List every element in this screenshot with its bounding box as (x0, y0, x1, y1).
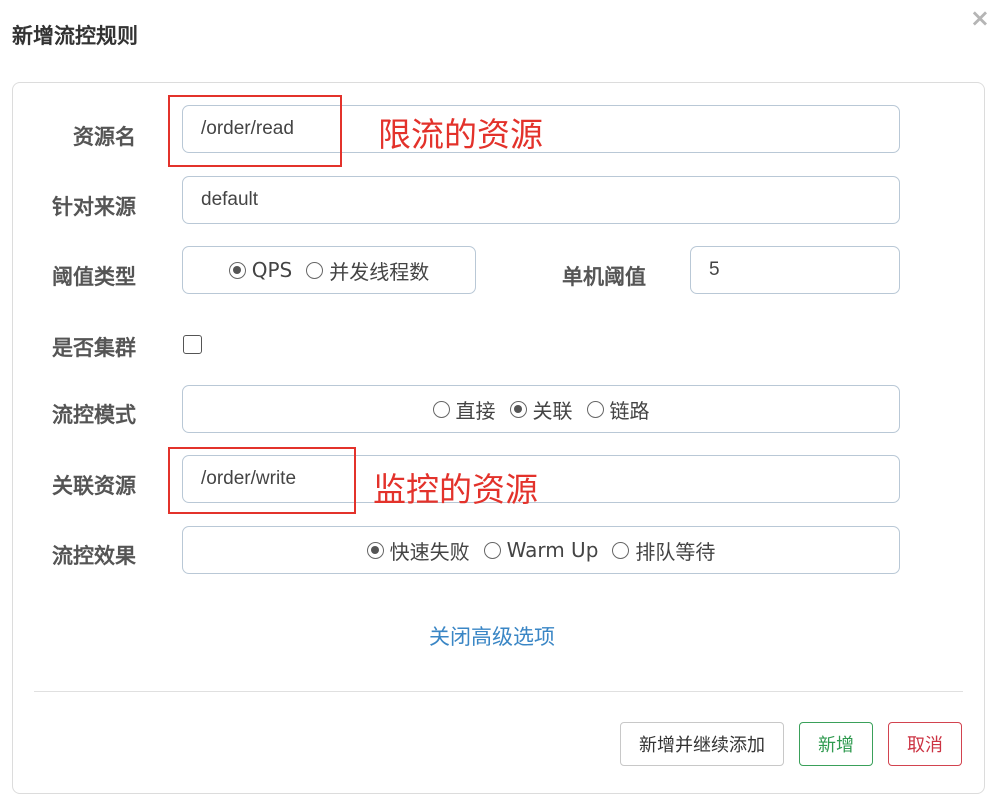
behavior-option-fail-fast-label: 快速失败 (389, 539, 470, 564)
strategy-option-chain-label: 链路 (609, 398, 650, 423)
grade-option-thread[interactable]: 并发线程数 (306, 256, 429, 285)
radio-unchecked-icon (483, 541, 501, 559)
grade-label: 阈值类型 (52, 265, 136, 289)
behavior-option-warm-up-label: Warm Up (506, 538, 599, 562)
resource-name-label: 资源名 (73, 125, 136, 149)
cluster-label: 是否集群 (52, 336, 136, 360)
strategy-option-chain[interactable]: 链路 (586, 395, 650, 424)
radio-unchecked-icon (612, 541, 630, 559)
strategy-option-relate[interactable]: 关联 (509, 395, 573, 424)
strategy-option-relate-label: 关联 (532, 398, 573, 423)
radio-checked-icon (366, 541, 384, 559)
toggle-advanced-link[interactable]: 关闭高级选项 (429, 621, 555, 651)
strategy-option-direct-label: 直接 (455, 398, 496, 423)
limit-app-label: 针对来源 (52, 195, 136, 219)
close-icon[interactable]: × (970, 6, 990, 30)
add-flow-rule-dialog: 新增流控规则 × 资源名 /order/read 针对来源 default 阈值… (0, 0, 1002, 802)
behavior-option-queue[interactable]: 排队等待 (612, 536, 715, 565)
add-and-continue-button[interactable]: 新增并继续添加 (620, 722, 784, 766)
strategy-radio-group: 直接 关联 链路 (182, 385, 900, 433)
cancel-button[interactable]: 取消 (888, 722, 962, 766)
resource-annotation-text: 限流的资源 (378, 115, 543, 154)
behavior-option-warm-up[interactable]: Warm Up (483, 538, 599, 562)
grade-radio-group: QPS 并发线程数 (182, 246, 476, 294)
grade-option-qps-label: QPS (251, 258, 293, 282)
radio-checked-icon (509, 400, 527, 418)
strategy-option-direct[interactable]: 直接 (432, 395, 496, 424)
form-panel: 资源名 /order/read 针对来源 default 阈值类型 QPS 并发… (12, 82, 985, 794)
ref-resource-label: 关联资源 (52, 474, 136, 498)
add-button[interactable]: 新增 (799, 722, 873, 766)
resource-annotation-box (168, 95, 342, 167)
grade-option-thread-label: 并发线程数 (329, 259, 430, 284)
strategy-label: 流控模式 (52, 403, 136, 427)
cluster-checkbox[interactable] (183, 335, 202, 354)
limit-app-value: default (201, 189, 259, 210)
count-input[interactable]: 5 (690, 246, 900, 294)
grade-option-qps[interactable]: QPS (228, 258, 293, 282)
behavior-option-queue-label: 排队等待 (635, 539, 716, 564)
ref-annotation-text: 监控的资源 (373, 470, 538, 509)
footer-divider (34, 691, 963, 692)
behavior-option-fail-fast[interactable]: 快速失败 (366, 536, 470, 565)
control-behavior-radio-group: 快速失败 Warm Up 排队等待 (182, 526, 900, 574)
dialog-title: 新增流控规则 (12, 24, 138, 48)
radio-unchecked-icon (432, 400, 450, 418)
count-value: 5 (709, 259, 720, 280)
ref-annotation-box (168, 447, 356, 514)
limit-app-input[interactable]: default (182, 176, 900, 224)
radio-unchecked-icon (586, 400, 604, 418)
radio-checked-icon (228, 261, 246, 279)
radio-unchecked-icon (306, 261, 324, 279)
control-behavior-label: 流控效果 (52, 544, 136, 568)
count-label: 单机阈值 (562, 265, 646, 289)
